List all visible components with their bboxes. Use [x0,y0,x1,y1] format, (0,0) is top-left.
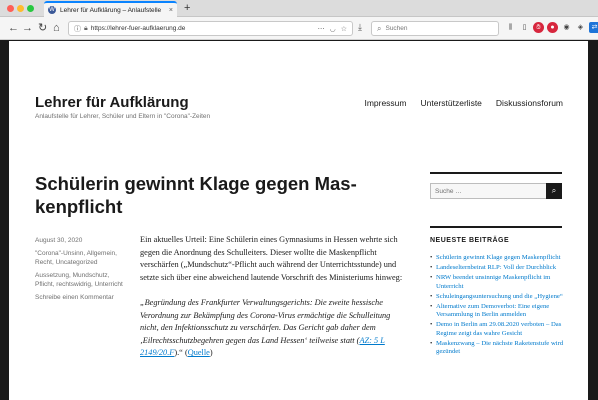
nav-item-diskussionsforum[interactable]: Diskussionsforum [496,98,563,108]
lock-icon[interactable]: 🔒︎ [84,25,88,33]
forward-arrow-icon[interactable]: → [22,22,33,34]
bookmark-star-icon[interactable]: ☆ [341,25,347,33]
recent-post-item[interactable]: Schülerin gewinnt Klage gegen Maskenpfli… [430,254,565,263]
recent-post-item[interactable]: Alternative zum Demoverbot: Eine eigene … [430,303,565,320]
library-icon[interactable]: ⫼ [505,22,516,33]
close-window-button[interactable] [7,5,14,12]
maximize-window-button[interactable] [27,5,34,12]
search-button-icon[interactable]: ⌕ [546,183,562,199]
minimize-window-button[interactable] [17,5,24,12]
toolbar-icons: ⫼ ▯ ✋︎ ● ◉ ◈ ⇄ ≡ [505,22,598,33]
browser-tab-active[interactable]: W Lehrer für Aufklärung – Anlaufstelle × [44,1,177,17]
search-icon: ⌕ [377,23,382,33]
sidebar-search: Suche … ⌕ [430,183,562,199]
comment-link[interactable]: Schreibe einen Kommentar [35,293,125,302]
main-navigation: Impressum Unterstützerliste Diskussionsf… [364,98,563,108]
wordpress-favicon-icon: W [48,6,56,14]
post-content: Ein aktuelles Urteil: Eine Schülerin ein… [140,234,406,373]
browser-tab-bar: W Lehrer für Aufklärung – Anlaufstelle ×… [0,0,598,17]
account-icon[interactable]: ◉ [561,22,572,33]
post-meta: August 30, 2020 "Corona"-Unsinn, Allgeme… [35,236,125,306]
quote-mid: ).“ ( [174,348,188,357]
site-description: Anlaufstelle für Lehrer, Schüler und Elt… [35,113,211,120]
recent-post-item[interactable]: Maskenzwang – Die nächste Raketenstufe w… [430,340,565,357]
url-text[interactable]: https://lehrer-fuer-aufklaerung.de [91,25,313,32]
recent-post-item[interactable]: Demo in Berlin am 29.08.2020 verboten – … [430,321,565,338]
site-title[interactable]: Lehrer für Aufklärung [35,94,189,111]
shield-extension-icon[interactable]: ◈ [575,22,586,33]
recent-post-item[interactable]: NRW beendet unsinnige Maskenpflicht im U… [430,274,565,291]
browser-search-placeholder[interactable]: Suchen [385,25,407,32]
nav-item-unterstuetzerliste[interactable]: Unterstützerliste [421,98,482,108]
home-icon[interactable]: ⌂ [53,22,60,34]
web-page: Lehrer für Aufklärung Anlaufstelle für L… [9,41,588,400]
nav-item-impressum[interactable]: Impressum [364,98,406,108]
url-bar[interactable]: ⓘ 🔒︎ https://lehrer-fuer-aufklaerung.de … [68,21,353,36]
post-title[interactable]: Schülerin gewinnt Klage gegen Mas-kenpfl… [35,172,405,218]
sidebar-search-input[interactable]: Suche … [430,183,546,199]
post-tags[interactable]: Aussetzung, Mundschutz, Pflicht, rechtsw… [35,271,125,289]
post-paragraph: Ein aktuelles Urteil: Eine Schülerin ein… [140,235,403,282]
recent-post-item[interactable]: Landeselternbeirat RLP: Voll der Durchbl… [430,264,565,273]
source-link[interactable]: Quelle [188,348,210,357]
browser-search-field[interactable]: ⌕ Suchen [371,21,499,36]
sidebar-divider [430,226,562,228]
post-date[interactable]: August 30, 2020 [35,236,125,245]
pocket-icon[interactable]: ◡ [330,25,336,33]
sidebar-divider [430,172,562,174]
tab-close-icon[interactable]: × [169,7,173,14]
reload-icon[interactable]: ↻ [38,22,47,34]
page-actions-icon[interactable]: ⋯ [318,25,325,33]
download-icon[interactable]: ⤓ [358,22,362,33]
stop-extension-icon[interactable]: ● [547,22,558,33]
post-quote: „Begründung des Frankfurter Verwaltungsg… [140,297,406,360]
quote-end: ) [209,348,213,357]
recent-posts-list: Schülerin gewinnt Klage gegen Maskenpfli… [430,254,565,358]
back-arrow-icon[interactable]: ← [8,22,19,34]
site-info-icon[interactable]: ⓘ [74,24,81,34]
adblock-icon[interactable]: ✋︎ [533,22,544,33]
new-tab-button[interactable]: + [184,2,190,14]
tab-title: Lehrer für Aufklärung – Anlaufstelle [60,6,162,14]
post-categories[interactable]: "Corona"-Unsinn, Allgemein, Recht, Uncat… [35,249,125,267]
sidebar-icon[interactable]: ▯ [519,22,530,33]
browser-nav-bar: ← → ↻ ⌂ ⓘ 🔒︎ https://lehrer-fuer-aufklae… [0,17,598,40]
recent-post-item[interactable]: Schuleingangsuntersuchung und die „Hygie… [430,293,565,302]
recent-posts-heading: NEUESTE BEITRÄGE [430,237,510,244]
translate-extension-icon[interactable]: ⇄ [589,22,598,33]
quote-text: „Begründung des Frankfurter Verwaltungsg… [140,298,391,345]
